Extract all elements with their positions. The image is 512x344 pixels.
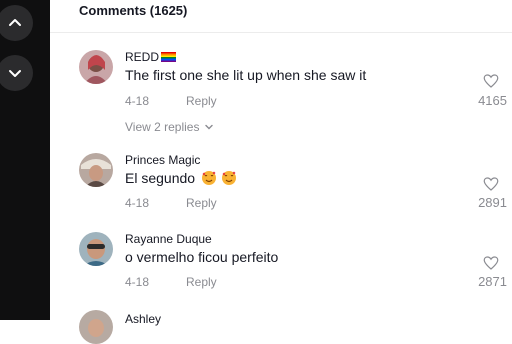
avatar[interactable] xyxy=(79,50,113,84)
heart-icon[interactable] xyxy=(482,72,500,90)
comment-item: Princes Magic El segundo 4-18 Reply 2891 xyxy=(79,153,512,213)
video-side-panel xyxy=(0,0,50,320)
next-video-button[interactable] xyxy=(0,55,33,91)
comment-username[interactable]: Princes Magic xyxy=(125,153,200,167)
comment-date: 4-18 xyxy=(125,196,150,210)
reply-button[interactable]: Reply xyxy=(186,196,217,210)
chevron-down-icon xyxy=(205,124,214,130)
comment-item: Rayanne Duque o vermelho ficou perfeito … xyxy=(79,232,512,292)
reply-button[interactable]: Reply xyxy=(186,275,217,289)
avatar[interactable] xyxy=(79,153,113,187)
view-replies-button[interactable]: View 2 replies xyxy=(125,120,214,134)
avatar[interactable] xyxy=(79,310,113,344)
comment-date: 4-18 xyxy=(125,275,150,289)
like-count: 2871 xyxy=(478,274,507,289)
rainbow-flag-icon xyxy=(161,52,177,62)
comment-username[interactable]: Rayanne Duque xyxy=(125,232,212,246)
smiling-face-with-hearts-icon xyxy=(222,171,237,185)
reply-button[interactable]: Reply xyxy=(186,94,217,108)
chevron-down-icon xyxy=(9,70,21,77)
avatar[interactable] xyxy=(79,232,113,266)
comment-text: El segundo xyxy=(125,170,237,186)
comment-text: o vermelho ficou perfeito xyxy=(125,249,279,265)
smiling-face-with-hearts-icon xyxy=(202,171,217,185)
comment-username[interactable]: REDD xyxy=(125,50,177,64)
comment-item: REDD The first one she lit up when she s… xyxy=(79,50,512,140)
header-divider xyxy=(50,32,512,33)
like-count: 2891 xyxy=(478,195,507,210)
previous-video-button[interactable] xyxy=(0,5,33,41)
heart-icon[interactable] xyxy=(482,175,500,193)
comment-username[interactable]: Ashley xyxy=(125,312,161,326)
chevron-up-icon xyxy=(9,19,21,26)
like-count: 4165 xyxy=(478,93,507,108)
comment-date: 4-18 xyxy=(125,94,150,108)
comments-count-title: Comments (1625) xyxy=(79,3,188,18)
comment-item: Ashley xyxy=(79,310,512,344)
comment-text: The first one she lit up when she saw it xyxy=(125,67,367,83)
heart-icon[interactable] xyxy=(482,254,500,272)
